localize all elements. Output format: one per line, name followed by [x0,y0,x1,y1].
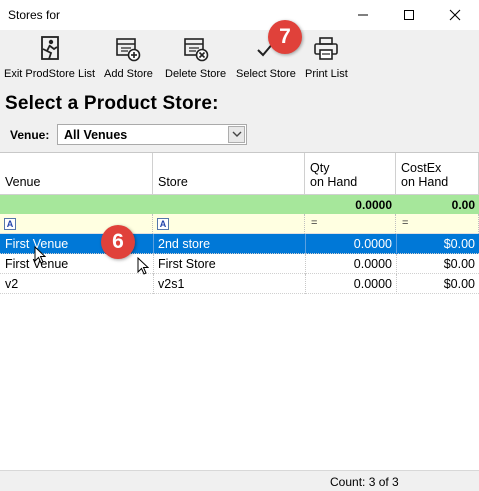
window-title: Stores for [8,8,61,22]
cell-qty: 0.0000 [353,277,392,291]
qty-header-line1: Qty [310,161,330,175]
summary-row: 0.0000 0.00 [0,195,479,214]
equals-filter-icon[interactable]: = [311,217,317,229]
delete-store-label: Delete Store [165,68,227,80]
column-divider [153,274,154,294]
costex-header-line2: on Hand [401,175,449,189]
column-header-venue-label: Venue [5,175,41,189]
print-list-button[interactable]: Print List [305,34,348,86]
add-store-button[interactable]: Add Store [104,34,153,86]
qty-header-line2: on Hand [310,175,358,189]
cell-store: 2nd store [158,237,211,251]
minimize-button[interactable] [340,0,386,30]
delete-store-button[interactable]: Delete Store [165,34,226,86]
column-header-qty[interactable]: Qty on Hand [305,153,396,195]
column-divider [153,234,154,254]
cell-cost: $0.00 [443,237,475,251]
costex-header-line1: CostEx [401,161,442,175]
exit-prodstore-list-label: Exit ProdStore List [4,68,96,80]
venue-label: Venue: [10,128,50,142]
column-header-store[interactable]: Store [153,153,305,195]
cell-cost: $0.00 [443,277,475,291]
record-count: Count: 3 of 3 [330,475,399,489]
mouse-cursor-icon [34,246,46,264]
text-filter-icon[interactable]: A [4,218,16,230]
text-filter-icon[interactable]: A [157,218,169,230]
dropdown-button[interactable] [228,126,245,143]
print-list-label: Print List [305,68,348,80]
summary-cost: 0.00 [451,198,475,212]
venue-dropdown-value: All Venues [64,128,128,142]
maximize-button[interactable] [386,0,432,30]
summary-qty: 0.0000 [355,198,392,212]
printer-icon [314,37,339,60]
add-store-icon [116,38,141,62]
cell-venue: v2 [5,277,19,291]
minimize-icon [358,14,368,16]
cell-qty: 0.0000 [353,257,392,271]
status-bar: Count: 3 of 3 [0,470,479,491]
select-store-label: Select Store [236,68,296,80]
cell-cost: $0.00 [443,257,475,271]
venue-dropdown[interactable]: All Venues [57,124,247,145]
step-badge-6: 6 [101,225,135,259]
close-button[interactable] [432,0,478,30]
filter-store[interactable]: A [153,214,305,234]
table-row[interactable]: First Venue First Store 0.0000 $0.00 [0,254,479,274]
toolbar: Exit ProdStore List Add Store Delete Sto… [0,30,479,86]
step-badge-7: 7 [268,20,302,54]
title-bar: Stores for [0,0,479,30]
maximize-icon [404,10,414,20]
cell-qty: 0.0000 [353,237,392,251]
column-header-costex-label: CostEx on Hand [401,161,448,189]
close-icon [449,9,461,21]
add-store-label: Add Store [104,68,153,80]
chevron-down-icon [232,131,241,137]
page-title: Select a Product Store: [5,93,219,114]
mouse-cursor-icon [137,257,149,275]
exit-prodstore-list-button[interactable]: Exit ProdStore List [4,34,95,86]
cell-store: First Store [158,257,216,271]
table-row[interactable]: v2 v2s1 0.0000 $0.00 [0,274,479,294]
exit-icon [40,36,59,60]
equals-filter-icon[interactable]: = [402,217,408,229]
column-header-costex[interactable]: CostEx on Hand [396,153,479,195]
column-header-venue[interactable]: Venue [0,153,153,195]
column-header-store-label: Store [158,175,188,189]
filter-qty[interactable]: = [305,214,396,234]
column-divider [153,254,154,274]
column-header-qty-label: Qty on Hand [310,161,357,189]
filter-row: A A = = [0,214,479,234]
delete-store-icon [183,38,208,62]
stores-grid: Venue Store Qty on Hand CostEx on Hand 0.0… [0,152,479,470]
table-row[interactable]: First Venue 2nd store 0.0000 $0.00 [0,234,479,254]
cell-store: v2s1 [158,277,185,291]
filter-costex[interactable]: = [396,214,479,234]
